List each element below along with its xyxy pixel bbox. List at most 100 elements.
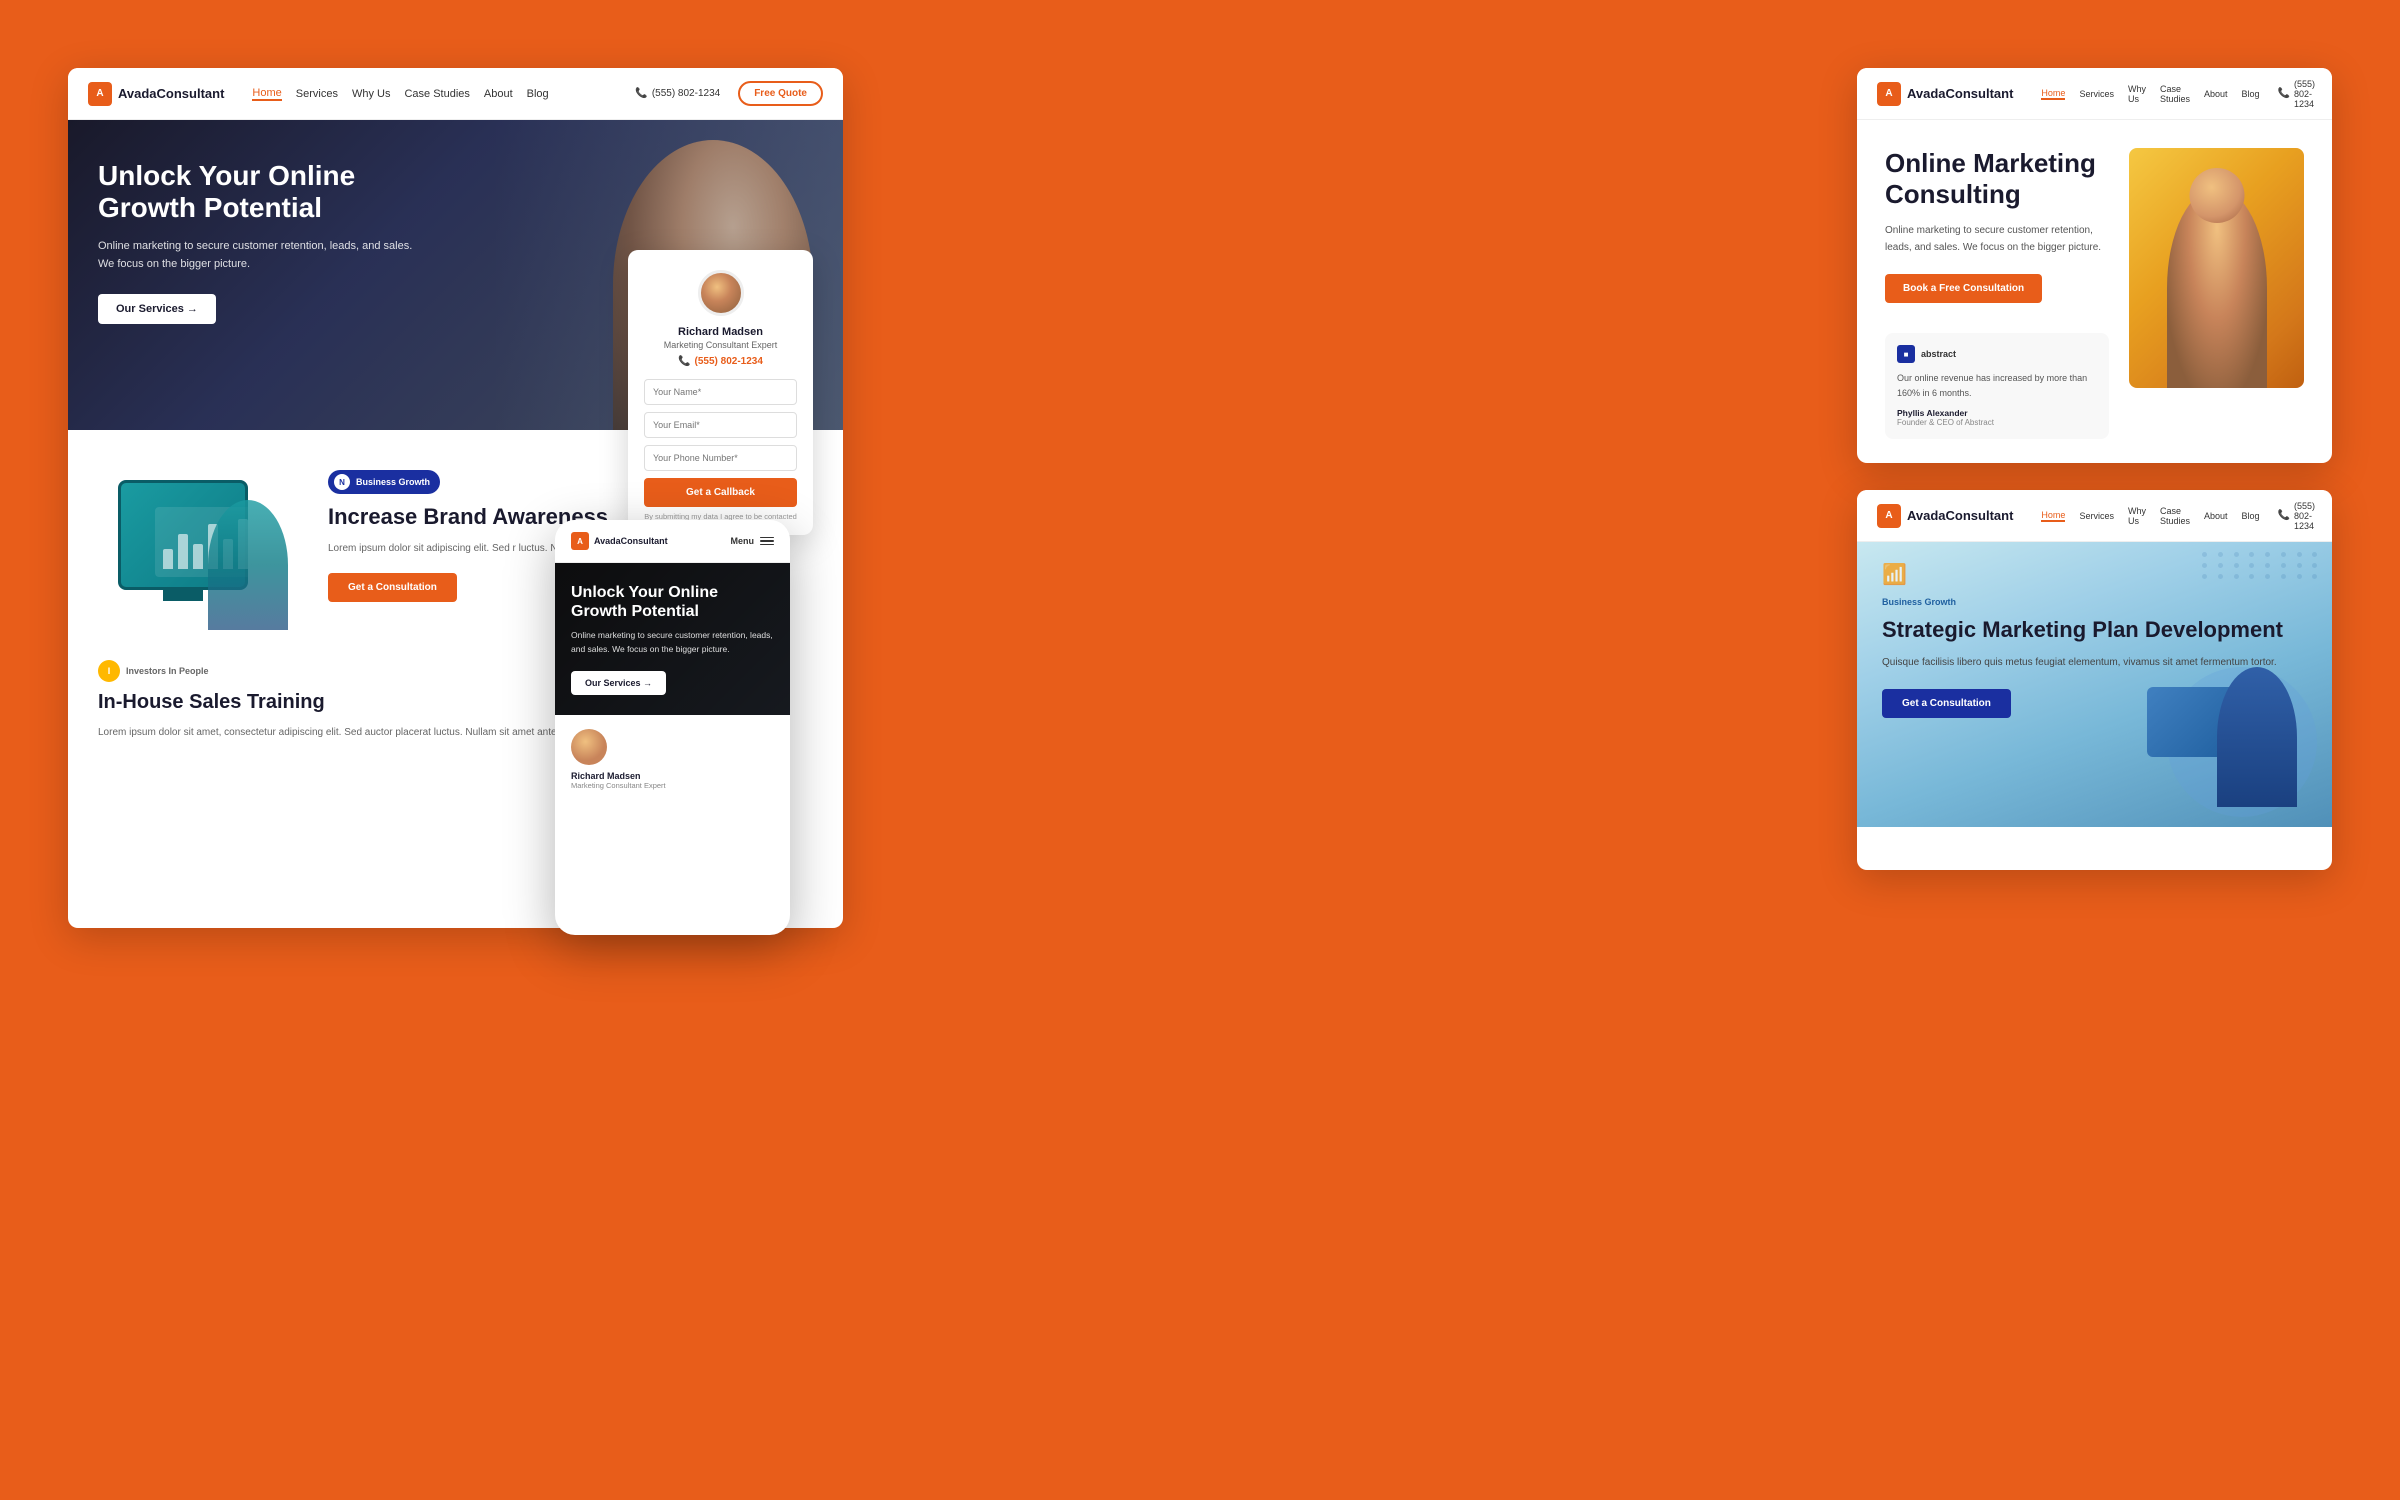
name-input[interactable] bbox=[644, 379, 797, 405]
tr-nav-about[interactable]: About bbox=[2204, 89, 2228, 99]
illus-person bbox=[208, 500, 288, 630]
phone-number: (555) 802-1234 bbox=[652, 88, 720, 99]
dot bbox=[2312, 574, 2317, 579]
tr-left: Online Marketing Consulting Online marke… bbox=[1885, 148, 2109, 439]
tr-company-name: abstract bbox=[1921, 349, 1956, 359]
tr-testimonial: ■ abstract Our online revenue has increa… bbox=[1885, 333, 2109, 439]
tr-nav-why-us[interactable]: Why Us bbox=[2128, 84, 2146, 104]
badge-icon: N bbox=[334, 474, 350, 490]
mobile-our-services-button[interactable]: Our Services → bbox=[571, 671, 666, 695]
mobile-menu-button[interactable]: Menu bbox=[731, 536, 775, 546]
tr-logo-icon: A bbox=[1877, 82, 1901, 106]
nav-logo[interactable]: A AvadaConsultant bbox=[88, 82, 224, 106]
nav-why-us[interactable]: Why Us bbox=[352, 88, 391, 100]
nav-about[interactable]: About bbox=[484, 88, 513, 100]
hero-content: Unlock Your Online Growth Potential Onli… bbox=[98, 160, 418, 324]
br-nav-about[interactable]: About bbox=[2204, 511, 2228, 521]
br-phone-number: (555) 802-1234 bbox=[2294, 501, 2315, 531]
br-nav-case-studies[interactable]: Case Studies bbox=[2160, 506, 2190, 526]
top-right-card: A AvadaConsultant Home Services Why Us C… bbox=[1857, 68, 2332, 463]
services-badge: N Business Growth bbox=[328, 470, 440, 494]
mobile-menu-label: Menu bbox=[731, 536, 755, 546]
br-nav-blog[interactable]: Blog bbox=[2242, 511, 2260, 521]
tr-photo bbox=[2129, 148, 2304, 388]
bottom-right-card: A AvadaConsultant Home Services Why Us C… bbox=[1857, 490, 2332, 870]
mobile-logo: A AvadaConsultant bbox=[571, 532, 668, 550]
callback-submit-button[interactable]: Get a Callback bbox=[644, 478, 797, 507]
br-nav-items: Home Services Why Us Case Studies About … bbox=[2041, 506, 2259, 526]
callback-phone: 📞 (555) 802-1234 bbox=[644, 356, 797, 367]
tr-company-logo: ■ abstract bbox=[1897, 345, 2097, 363]
nav-blog[interactable]: Blog bbox=[527, 88, 549, 100]
br-logo-icon: A bbox=[1877, 504, 1901, 528]
br-brand-name: AvadaConsultant bbox=[1907, 508, 2013, 523]
br-cta-button[interactable]: Get a Consultation bbox=[1882, 689, 2011, 718]
tr-quote: Our online revenue has increased by more… bbox=[1897, 371, 2097, 400]
services-cta-button[interactable]: Get a Consultation bbox=[328, 573, 457, 602]
phone-icon: 📞 bbox=[635, 88, 647, 99]
mobile-hero-title: Unlock Your Online Growth Potential bbox=[571, 583, 774, 621]
br-illustration bbox=[2147, 617, 2317, 817]
email-input[interactable] bbox=[644, 412, 797, 438]
br-nav-services[interactable]: Services bbox=[2079, 511, 2114, 521]
hero-subtitle: Online marketing to secure customer rete… bbox=[98, 238, 418, 273]
bottom-badge-icon: I bbox=[98, 660, 120, 682]
nav-home[interactable]: Home bbox=[252, 87, 281, 101]
nav-services[interactable]: Services bbox=[296, 88, 338, 100]
tr-nav-blog[interactable]: Blog bbox=[2242, 89, 2260, 99]
br-icon: 📶 bbox=[1882, 562, 2307, 587]
mobile-consultant-role: Marketing Consultant Expert bbox=[571, 781, 774, 790]
hero-section: Unlock Your Online Growth Potential Onli… bbox=[68, 120, 843, 430]
dot bbox=[2249, 552, 2254, 557]
mobile-nav: A AvadaConsultant Menu bbox=[555, 520, 790, 563]
nav-items: Home Services Why Us Case Studies About … bbox=[252, 87, 617, 101]
book-consultation-button[interactable]: Book a Free Consultation bbox=[1885, 274, 2042, 303]
tr-nav-logo[interactable]: A AvadaConsultant bbox=[1877, 82, 2013, 106]
tr-nav: A AvadaConsultant Home Services Why Us C… bbox=[1857, 68, 2332, 120]
hamburger-line-1 bbox=[760, 537, 774, 539]
free-quote-button[interactable]: Free Quote bbox=[738, 81, 823, 106]
consultant-role: Marketing Consultant Expert bbox=[644, 340, 797, 350]
hero-title: Unlock Your Online Growth Potential bbox=[98, 160, 418, 224]
services-illustration bbox=[98, 470, 298, 630]
tr-author: Phyllis Alexander bbox=[1897, 408, 2097, 418]
callback-phone-number: (555) 802-1234 bbox=[695, 356, 763, 367]
dot bbox=[2218, 552, 2223, 557]
tr-nav-services[interactable]: Services bbox=[2079, 89, 2114, 99]
brand-name: AvadaConsultant bbox=[118, 86, 224, 101]
bar-1 bbox=[163, 549, 173, 569]
br-nav: A AvadaConsultant Home Services Why Us C… bbox=[1857, 490, 2332, 542]
hamburger-line-2 bbox=[760, 540, 774, 542]
nav-phone: 📞 (555) 802-1234 bbox=[635, 88, 720, 99]
br-nav-home[interactable]: Home bbox=[2041, 510, 2065, 522]
consultant-name: Richard Madsen bbox=[644, 326, 797, 338]
br-nav-why-us[interactable]: Why Us bbox=[2128, 506, 2146, 526]
logo-icon: A bbox=[88, 82, 112, 106]
bar-2 bbox=[178, 534, 188, 569]
mobile-logo-icon: A bbox=[571, 532, 589, 550]
mobile-hero: Unlock Your Online Growth Potential Onli… bbox=[555, 563, 790, 715]
tr-content: Online Marketing Consulting Online marke… bbox=[1857, 120, 2332, 459]
dot bbox=[2202, 552, 2207, 557]
our-services-button[interactable]: Our Services → bbox=[98, 294, 216, 324]
nav-case-studies[interactable]: Case Studies bbox=[404, 88, 469, 100]
mobile-brand-name: AvadaConsultant bbox=[594, 536, 668, 546]
tr-brand-name: AvadaConsultant bbox=[1907, 86, 2013, 101]
dot bbox=[2297, 552, 2302, 557]
tr-nav-case-studies[interactable]: Case Studies bbox=[2160, 84, 2190, 104]
callback-phone-icon: 📞 bbox=[678, 356, 690, 367]
tr-logo-icon: ■ bbox=[1897, 345, 1915, 363]
mobile-card: A AvadaConsultant Menu Unlock Your Onlin… bbox=[555, 520, 790, 935]
br-nav-logo[interactable]: A AvadaConsultant bbox=[1877, 504, 2013, 528]
br-phone-icon: 📞 bbox=[2278, 510, 2290, 521]
tr-nav-home[interactable]: Home bbox=[2041, 88, 2065, 100]
badge-label: Business Growth bbox=[356, 477, 430, 487]
dot bbox=[2265, 552, 2270, 557]
illustration-box bbox=[98, 470, 288, 630]
br-nav-phone: 📞 (555) 802-1234 bbox=[2278, 501, 2315, 531]
dot bbox=[2281, 552, 2286, 557]
phone-input[interactable] bbox=[644, 445, 797, 471]
tr-nav-phone: 📞 (555) 802-1234 bbox=[2278, 79, 2315, 109]
main-nav: A AvadaConsultant Home Services Why Us C… bbox=[68, 68, 843, 120]
bottom-badge: I Investors In People bbox=[98, 660, 209, 682]
